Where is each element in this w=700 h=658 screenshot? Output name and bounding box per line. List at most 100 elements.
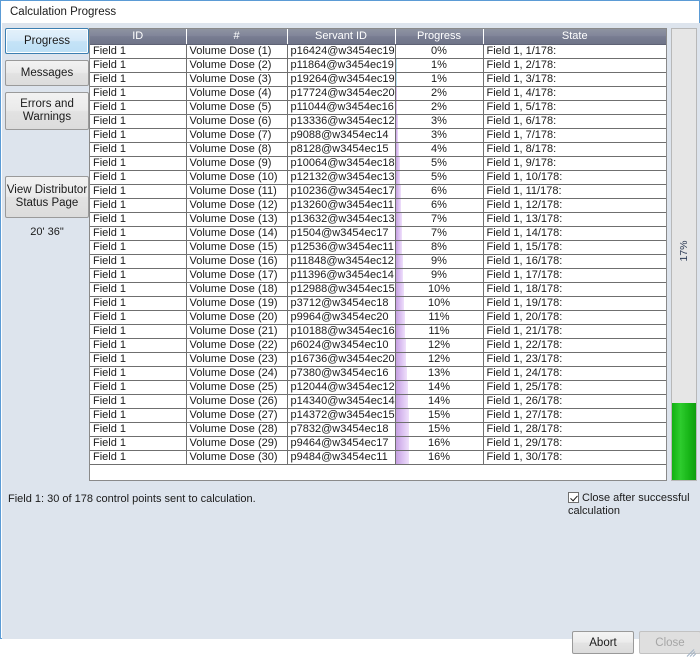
table-row[interactable]: Field 1 Volume Dose (11) p10236@w3454ec17 6…: [90, 184, 666, 199]
table-row[interactable]: Field 1 Volume Dose (30) p9484@w3454ec11 16…: [90, 450, 666, 465]
cell-id: Field 1: [90, 198, 187, 213]
table-row[interactable]: Field 1 Volume Dose (10) p12132@w3454ec13 5…: [90, 170, 666, 185]
cell-id: Field 1: [90, 254, 187, 269]
view-distributor-status-page-button[interactable]: View Distributor Status Page: [5, 176, 89, 218]
cell-number: Volume Dose (5): [186, 100, 288, 115]
table-row[interactable]: Field 1 Volume Dose (3) p19264@w3454ec19 1%…: [90, 72, 666, 87]
sidebar-item-progress[interactable]: Progress: [5, 28, 89, 54]
table-row[interactable]: Field 1 Volume Dose (1) p16424@w3454ec19 0%…: [90, 44, 666, 59]
cell-id: Field 1: [90, 268, 187, 283]
table-header-row: ID # Servant ID Progress State: [90, 29, 666, 45]
sidebar-item-messages[interactable]: Messages: [5, 60, 89, 86]
table-row[interactable]: Field 1 Volume Dose (14) p1504@w3454ec17 7%…: [90, 226, 666, 241]
cell-servant-id: p11396@w3454ec14: [287, 268, 396, 283]
cell-progress: 9%: [395, 254, 484, 269]
cell-state: Field 1, 16/178:: [483, 254, 666, 269]
row-progress-label: 5%: [431, 156, 447, 169]
cell-id: Field 1: [90, 212, 187, 227]
overall-progress-bar: 17%: [671, 28, 697, 481]
table-row[interactable]: Field 1 Volume Dose (13) p13632@w3454ec13 7…: [90, 212, 666, 227]
row-progress-label: 0%: [431, 44, 447, 57]
sidebar: Progress Messages Errors and Warnings Vi…: [5, 28, 89, 458]
cell-number: Volume Dose (29): [186, 436, 288, 451]
table-row[interactable]: Field 1 Volume Dose (5) p11044@w3454ec16 2%…: [90, 100, 666, 115]
cell-state: Field 1, 28/178:: [483, 422, 666, 437]
cell-number: Volume Dose (11): [186, 184, 288, 199]
cell-progress: 5%: [395, 170, 484, 185]
cell-number: Volume Dose (25): [186, 380, 288, 395]
cell-id: Field 1: [90, 142, 187, 157]
table-row[interactable]: Field 1 Volume Dose (27) p14372@w3454ec15 1…: [90, 408, 666, 423]
table-row[interactable]: Field 1 Volume Dose (22) p6024@w3454ec10 12…: [90, 338, 666, 353]
table-row[interactable]: Field 1 Volume Dose (12) p13260@w3454ec11 6…: [90, 198, 666, 213]
status-message: Field 1: 30 of 178 control points sent t…: [8, 493, 256, 505]
table-row[interactable]: Field 1 Volume Dose (16) p11848@w3454ec12 9…: [90, 254, 666, 269]
cell-state: Field 1, 4/178:: [483, 86, 666, 101]
table-row[interactable]: Field 1 Volume Dose (9) p10064@w3454ec18 5%…: [90, 156, 666, 171]
cell-servant-id: p10236@w3454ec17: [287, 184, 396, 199]
table-row[interactable]: Field 1 Volume Dose (20) p9964@w3454ec20 11…: [90, 310, 666, 325]
cell-number: Volume Dose (27): [186, 408, 288, 423]
abort-button-label: Abort: [589, 636, 617, 649]
table-row[interactable]: Field 1 Volume Dose (4) p17724@w3454ec20 2%…: [90, 86, 666, 101]
cell-id: Field 1: [90, 156, 187, 171]
table-row[interactable]: Field 1 Volume Dose (24) p7380@w3454ec16 13…: [90, 366, 666, 381]
cell-number: Volume Dose (30): [186, 450, 288, 465]
cell-servant-id: p3712@w3454ec18: [287, 296, 396, 311]
row-progress-label: 7%: [431, 212, 447, 225]
cell-state: Field 1, 21/178:: [483, 324, 666, 339]
cell-number: Volume Dose (1): [186, 44, 288, 59]
cell-state: Field 1, 7/178:: [483, 128, 666, 143]
cell-progress: 12%: [395, 338, 484, 353]
row-progress-label: 2%: [431, 100, 447, 113]
column-header-servant-id[interactable]: Servant ID: [287, 29, 396, 45]
progress-table-body: Field 1 Volume Dose (1) p16424@w3454ec19 0%…: [90, 44, 666, 465]
table-row[interactable]: Field 1 Volume Dose (17) p11396@w3454ec14 9…: [90, 268, 666, 283]
row-progress-label: 12%: [427, 352, 451, 365]
sidebar-item-errors-and-warnings[interactable]: Errors and Warnings: [5, 92, 89, 130]
cell-servant-id: p10064@w3454ec18: [287, 156, 396, 171]
row-progress-label: 6%: [431, 184, 447, 197]
cell-id: Field 1: [90, 128, 187, 143]
title-bar: Calculation Progress: [1, 1, 699, 23]
table-row[interactable]: Field 1 Volume Dose (28) p7832@w3454ec18 15…: [90, 422, 666, 437]
table-row[interactable]: Field 1 Volume Dose (7) p9088@w3454ec14 3% F…: [90, 128, 666, 143]
cell-id: Field 1: [90, 338, 187, 353]
row-progress-label: 1%: [431, 58, 447, 71]
cell-number: Volume Dose (28): [186, 422, 288, 437]
cell-id: Field 1: [90, 282, 187, 297]
table-row[interactable]: Field 1 Volume Dose (6) p13336@w3454ec12 3%…: [90, 114, 666, 129]
abort-button[interactable]: Abort: [572, 631, 634, 654]
table-row[interactable]: Field 1 Volume Dose (15) p12536@w3454ec11 8…: [90, 240, 666, 255]
cell-number: Volume Dose (23): [186, 352, 288, 367]
table-row[interactable]: Field 1 Volume Dose (29) p9464@w3454ec17 16…: [90, 436, 666, 451]
table-row[interactable]: Field 1 Volume Dose (25) p12044@w3454ec12 1…: [90, 380, 666, 395]
resize-grip-icon[interactable]: [686, 646, 698, 658]
cell-id: Field 1: [90, 296, 187, 311]
close-after-successful-calculation-checkbox[interactable]: Close after successful calculation: [568, 492, 694, 518]
cell-number: Volume Dose (19): [186, 296, 288, 311]
table-row[interactable]: Field 1 Volume Dose (18) p12988@w3454ec15 1…: [90, 282, 666, 297]
table-row[interactable]: Field 1 Volume Dose (8) p8128@w3454ec15 4% F…: [90, 142, 666, 157]
column-header-id[interactable]: ID: [90, 29, 187, 45]
table-row[interactable]: Field 1 Volume Dose (19) p3712@w3454ec18 10…: [90, 296, 666, 311]
column-header-state[interactable]: State: [483, 29, 666, 45]
cell-state: Field 1, 23/178:: [483, 352, 666, 367]
table-row[interactable]: Field 1 Volume Dose (2) p11864@w3454ec19 1%…: [90, 58, 666, 73]
table-row[interactable]: Field 1 Volume Dose (26) p14340@w3454ec14 1…: [90, 394, 666, 409]
cell-progress: 13%: [395, 366, 484, 381]
overall-progress-fill: [672, 403, 696, 480]
column-header-progress[interactable]: Progress: [395, 29, 484, 45]
table-row[interactable]: Field 1 Volume Dose (23) p16736@w3454ec20 1…: [90, 352, 666, 367]
progress-table-container[interactable]: ID # Servant ID Progress State Field 1 Vo…: [89, 28, 667, 481]
column-header-number[interactable]: #: [186, 29, 288, 45]
row-progress-label: 3%: [431, 114, 447, 127]
cell-number: Volume Dose (10): [186, 170, 288, 185]
cell-state: Field 1, 27/178:: [483, 408, 666, 423]
table-row[interactable]: Field 1 Volume Dose (21) p10188@w3454ec16 1…: [90, 324, 666, 339]
cell-state: Field 1, 13/178:: [483, 212, 666, 227]
cell-number: Volume Dose (3): [186, 72, 288, 87]
cell-number: Volume Dose (13): [186, 212, 288, 227]
cell-progress: 3%: [395, 114, 484, 129]
progress-table: ID # Servant ID Progress State Field 1 Vo…: [90, 29, 666, 465]
